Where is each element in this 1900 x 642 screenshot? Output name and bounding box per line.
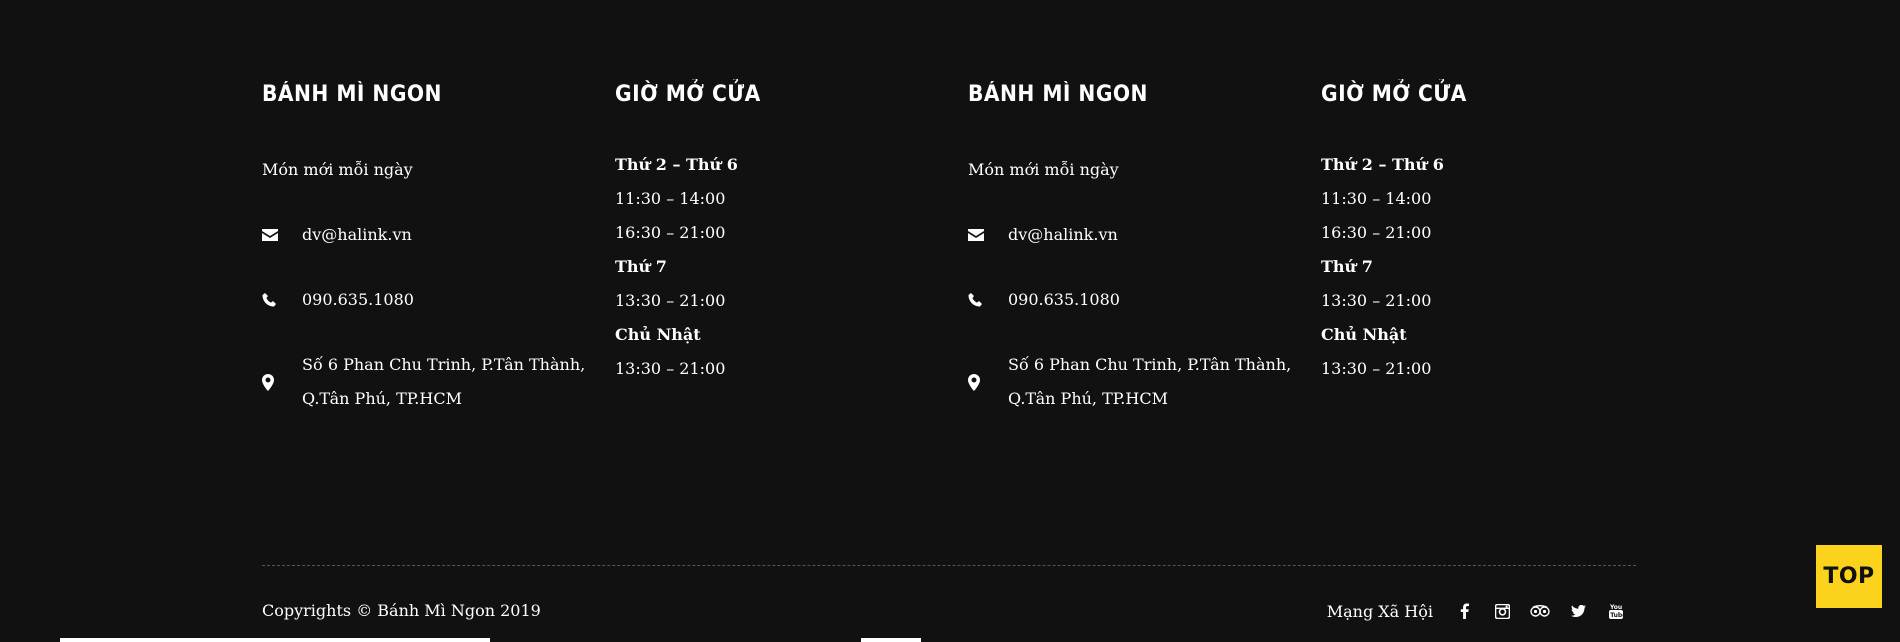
hours-day: Chủ Nhật [615,325,701,344]
hours-time: 13:30 – 21:00 [615,291,726,310]
hours-time: 11:30 – 14:00 [615,189,726,208]
social-label: Mạng Xã Hội [1326,601,1433,621]
hours-day: Thứ 7 [1321,257,1373,276]
social-links: Mạng Xã Hội YouTube [1327,600,1635,622]
address-line-2: Q.Tân Phú, TP.HCM [1008,389,1168,408]
address-line-1: Số 6 Phan Chu Trinh, P.Tân Thành, [302,355,586,374]
email-text[interactable]: dv@halink.vn [302,218,412,252]
hours-day: Thứ 2 – Thứ 6 [1321,155,1444,174]
svg-text:You: You [1609,604,1622,611]
address-text: Số 6 Phan Chu Trinh, P.Tân Thành, Q.Tân … [302,348,585,416]
hours-time: 11:30 – 14:00 [1321,189,1432,208]
hours-time: 13:30 – 21:00 [615,359,726,378]
svg-text:Tube: Tube [1610,612,1623,619]
twitter-icon[interactable] [1559,600,1597,622]
tripadvisor-icon[interactable] [1521,600,1559,622]
instagram-icon[interactable] [1483,600,1521,622]
contact-email[interactable]: dv@halink.vn [262,218,592,252]
phone-text[interactable]: 090.635.1080 [302,283,414,317]
column-title: BÁNH MÌ NGON [968,82,1148,107]
hours-day: Chủ Nhật [1321,325,1407,344]
column-title: BÁNH MÌ NGON [262,82,442,107]
phone-text[interactable]: 090.635.1080 [1008,283,1120,317]
footer-column-brand: BÁNH MÌ NGON Món mới mỗi ngày dv@halink.… [262,80,592,408]
scroll-to-top-button[interactable]: TOP [1816,545,1882,608]
site-footer: BÁNH MÌ NGON Món mới mỗi ngày dv@halink.… [0,0,1900,642]
phone-icon [262,293,302,307]
hours-list: Thứ 2 – Thứ 6 11:30 – 14:00 16:30 – 21:0… [615,148,738,386]
bottom-edge-strip [861,638,921,642]
envelope-icon [968,229,1008,241]
hours-time: 13:30 – 21:00 [1321,291,1432,310]
envelope-icon [262,229,302,241]
contact-phone[interactable]: 090.635.1080 [968,283,1298,317]
bottom-edge-strip [60,638,490,642]
footer-divider [262,565,1636,566]
map-pin-icon [262,373,302,391]
tagline: Món mới mỗi ngày [968,160,1119,179]
phone-icon [968,293,1008,307]
contact-address: Số 6 Phan Chu Trinh, P.Tân Thành, Q.Tân … [968,348,1298,416]
facebook-icon[interactable] [1445,600,1483,622]
hours-list: Thứ 2 – Thứ 6 11:30 – 14:00 16:30 – 21:0… [1321,148,1444,386]
copyright-text: Copyrights © Bánh Mì Ngon 2019 [262,601,541,620]
youtube-icon[interactable]: YouTube [1597,600,1635,622]
hours-time: 16:30 – 21:00 [1321,223,1432,242]
address-line-2: Q.Tân Phú, TP.HCM [302,389,462,408]
address-text: Số 6 Phan Chu Trinh, P.Tân Thành, Q.Tân … [1008,348,1291,416]
column-title: GIỜ MỞ CỬA [1321,82,1467,107]
hours-time: 13:30 – 21:00 [1321,359,1432,378]
column-title: GIỜ MỞ CỬA [615,82,761,107]
contact-phone[interactable]: 090.635.1080 [262,283,592,317]
contact-email[interactable]: dv@halink.vn [968,218,1298,252]
email-text[interactable]: dv@halink.vn [1008,218,1118,252]
hours-day: Thứ 2 – Thứ 6 [615,155,738,174]
tagline: Món mới mỗi ngày [262,160,413,179]
map-pin-icon [968,373,1008,391]
hours-day: Thứ 7 [615,257,667,276]
hours-time: 16:30 – 21:00 [615,223,726,242]
address-line-1: Số 6 Phan Chu Trinh, P.Tân Thành, [1008,355,1292,374]
footer-column-hours: GIỜ MỞ CỬA Thứ 2 – Thứ 6 11:30 – 14:00 1… [615,80,945,378]
footer-column-hours: GIỜ MỞ CỬA Thứ 2 – Thứ 6 11:30 – 14:00 1… [1321,80,1651,378]
footer-column-brand: BÁNH MÌ NGON Món mới mỗi ngày dv@halink.… [968,80,1298,408]
contact-address: Số 6 Phan Chu Trinh, P.Tân Thành, Q.Tân … [262,348,592,416]
